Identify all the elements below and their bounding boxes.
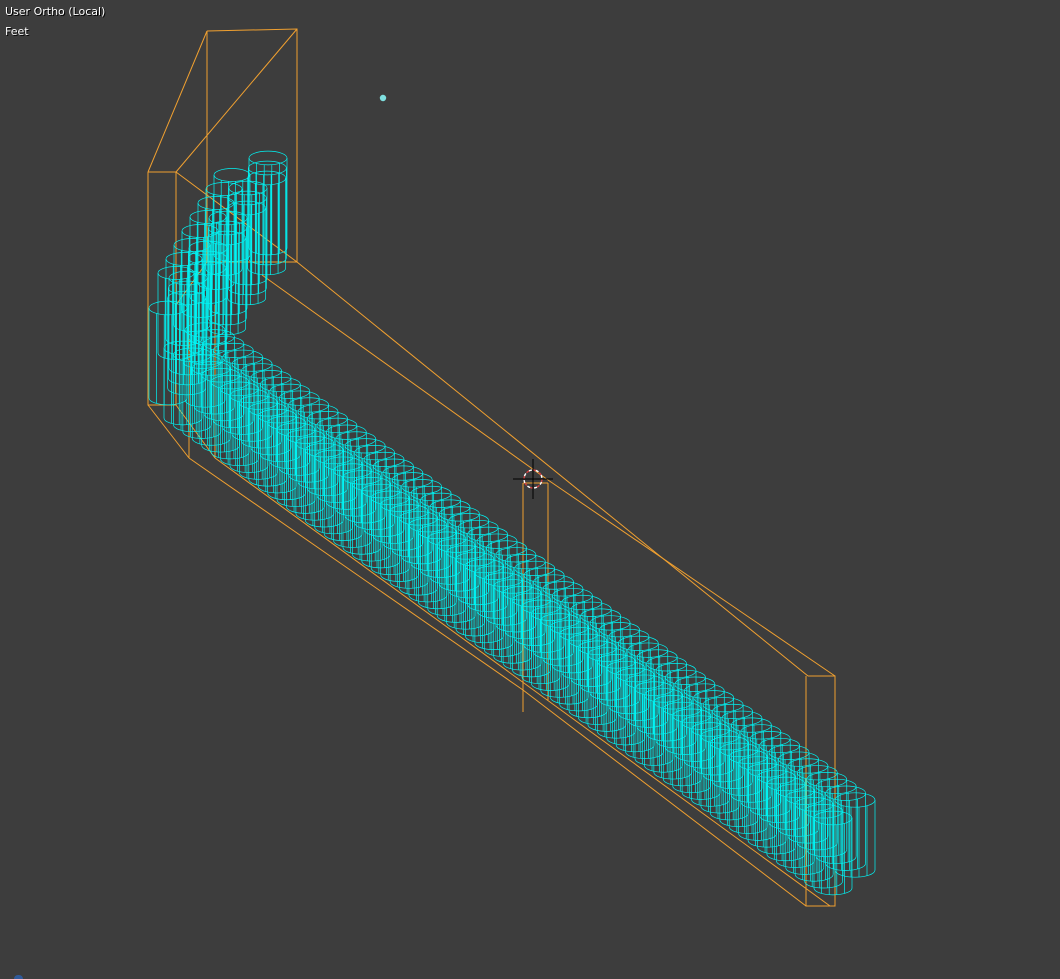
cylinder-wireframe — [825, 785, 866, 871]
cylinder-wireframe — [834, 792, 876, 878]
cylinder-wireframe — [248, 150, 288, 256]
cylinder-array-mesh[interactable] — [148, 150, 876, 896]
selection-bounding-box[interactable] — [147, 28, 836, 907]
3d-viewport[interactable]: User Ortho (Local) Feet — [0, 0, 1060, 979]
view-label: User Ortho (Local) — [5, 5, 106, 18]
unit-label: Feet — [5, 25, 29, 38]
viewport-scene[interactable] — [0, 0, 1060, 979]
lamp-point-icon[interactable] — [379, 94, 387, 102]
navigation-widget-icon[interactable] — [14, 975, 23, 979]
